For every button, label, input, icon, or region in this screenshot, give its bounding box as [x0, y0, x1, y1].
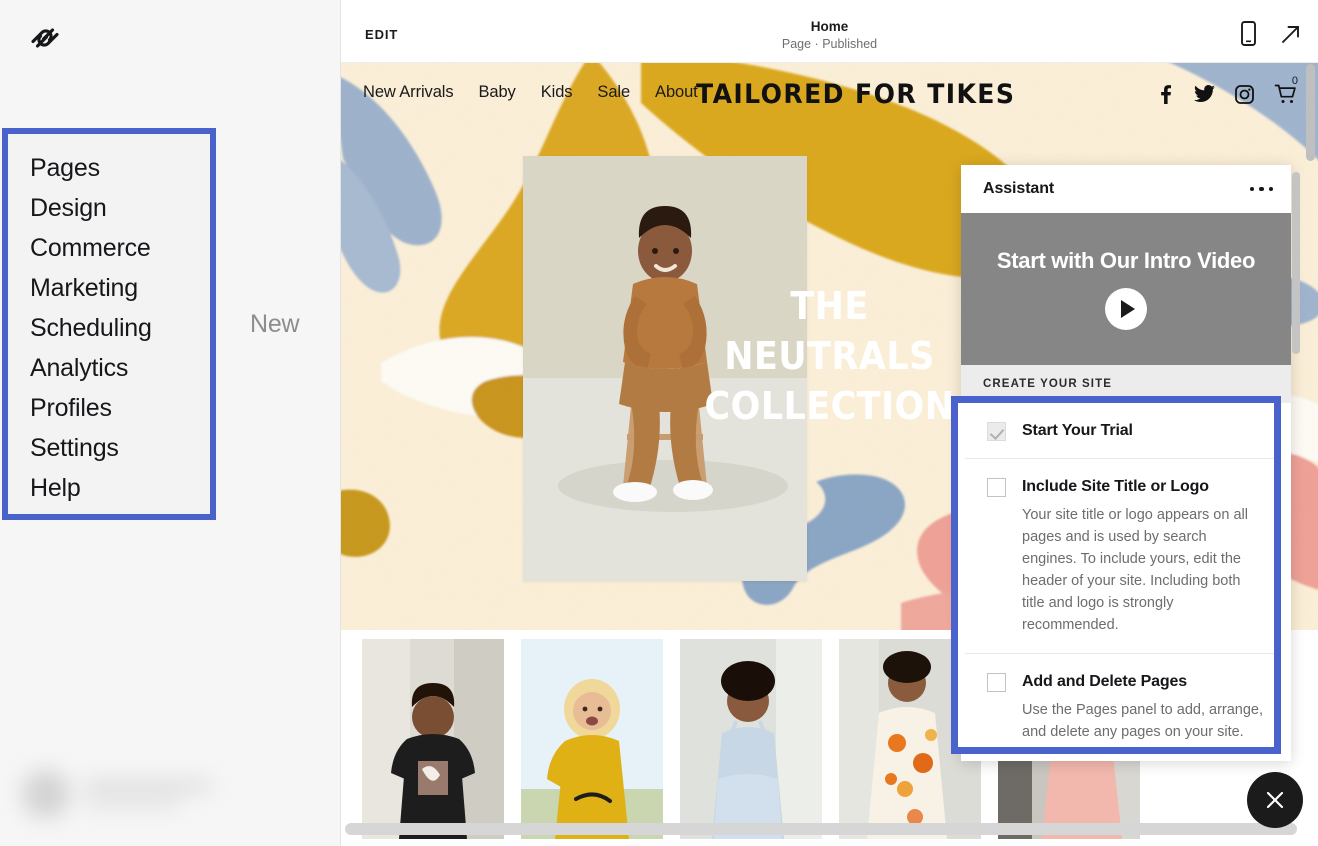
checkbox-checked-icon[interactable]: [987, 422, 1006, 441]
instagram-icon[interactable]: [1235, 84, 1254, 109]
checklist-item-title: Start Your Trial: [1022, 422, 1133, 439]
checklist-item-add-and-delete-pages[interactable]: Add and Delete Pages Use the Pages panel…: [965, 654, 1274, 747]
more-options-icon[interactable]: [1248, 179, 1276, 200]
facebook-icon[interactable]: [1157, 84, 1174, 109]
app-root: Pages Design Commerce Marketing Scheduli…: [0, 0, 1318, 846]
sidebar-item-commerce[interactable]: Commerce: [30, 228, 210, 268]
account-area[interactable]: [22, 768, 232, 820]
left-sidebar: Pages Design Commerce Marketing Scheduli…: [0, 0, 341, 846]
editor-topbar: EDIT Home Page · Published: [341, 5, 1318, 63]
assistant-title: Assistant: [983, 180, 1055, 197]
sidebar-item-settings[interactable]: Settings: [30, 428, 210, 468]
checklist-highlight-box: Start Your Trial Include Site Title or L…: [951, 396, 1281, 754]
preview-horizontal-scrollbar[interactable]: [345, 823, 1312, 835]
product-photo-3: [680, 639, 822, 839]
intro-video-title: Start with Our Intro Video: [996, 248, 1256, 273]
product-card-1[interactable]: [362, 639, 504, 839]
site-nav: New Arrivals Baby Kids Sale About: [363, 83, 698, 102]
page-meta: Home Page · Published: [341, 18, 1318, 53]
checklist-item-description: Your site title or logo appears on all p…: [1022, 507, 1248, 633]
product-card-2[interactable]: [521, 639, 663, 839]
sidebar-item-scheduling[interactable]: Scheduling: [30, 308, 210, 348]
squarespace-logo-icon[interactable]: [28, 22, 62, 54]
site-nav-about[interactable]: About: [655, 83, 698, 102]
sidebar-item-pages[interactable]: Pages: [30, 148, 210, 188]
assistant-scrollbar[interactable]: [1292, 168, 1300, 762]
sidebar-nav-list: Pages Design Commerce Marketing Scheduli…: [30, 148, 210, 508]
checklist-item-title: Add and Delete Pages: [1022, 673, 1188, 690]
intro-video-card[interactable]: Start with Our Intro Video: [961, 213, 1291, 365]
sidebar-item-design[interactable]: Design: [30, 188, 210, 228]
product-photo-1: [362, 639, 504, 839]
close-icon: [1266, 791, 1284, 809]
page-status: Page · Published: [781, 37, 878, 51]
checklist-item-description: Use the Pages panel to add, arrange, and…: [1022, 702, 1264, 740]
product-card-3[interactable]: [680, 639, 822, 839]
checkbox-unchecked-icon[interactable]: [987, 673, 1006, 692]
checklist-item-title: Include Site Title or Logo: [1022, 478, 1209, 495]
topbar-icon-group: [1241, 21, 1302, 51]
site-social-group: 0: [1157, 75, 1300, 110]
shopping-cart-icon[interactable]: 0: [1274, 75, 1300, 110]
sidebar-item-marketing[interactable]: Marketing: [30, 268, 210, 308]
site-nav-kids[interactable]: Kids: [541, 83, 573, 102]
site-nav-new-arrivals[interactable]: New Arrivals: [363, 83, 454, 102]
account-text-placeholder: [84, 779, 212, 809]
checklist-item-start-your-trial[interactable]: Start Your Trial: [965, 403, 1274, 459]
sidebar-item-profiles[interactable]: Profiles: [30, 388, 210, 428]
avatar: [22, 770, 70, 818]
checklist-item-include-site-title-or-logo[interactable]: Include Site Title or Logo Your site tit…: [965, 459, 1274, 654]
open-external-icon[interactable]: [1280, 23, 1302, 50]
scheduling-new-badge: New: [250, 310, 300, 338]
preview-vertical-scrollbar[interactable]: [1306, 64, 1315, 824]
close-assistant-button[interactable]: [1247, 772, 1303, 828]
site-nav-baby[interactable]: Baby: [479, 83, 516, 102]
product-photo-2: [521, 639, 663, 839]
mobile-device-icon[interactable]: [1241, 21, 1256, 51]
assistant-section-label: CREATE YOUR SITE: [983, 378, 1112, 390]
page-title: Home: [810, 19, 849, 34]
site-logo-text[interactable]: TAILORED FOR TIKES: [696, 79, 1015, 110]
sidebar-item-help[interactable]: Help: [30, 468, 210, 508]
assistant-header: Assistant: [961, 165, 1291, 213]
twitter-icon[interactable]: [1194, 85, 1215, 108]
play-icon[interactable]: [1105, 288, 1147, 330]
checkbox-unchecked-icon[interactable]: [987, 478, 1006, 497]
site-nav-sale[interactable]: Sale: [597, 83, 630, 102]
assistant-checklist: Start Your Trial Include Site Title or L…: [965, 403, 1274, 747]
sidebar-item-analytics[interactable]: Analytics: [30, 348, 210, 388]
cart-count-badge: 0: [1291, 75, 1298, 87]
